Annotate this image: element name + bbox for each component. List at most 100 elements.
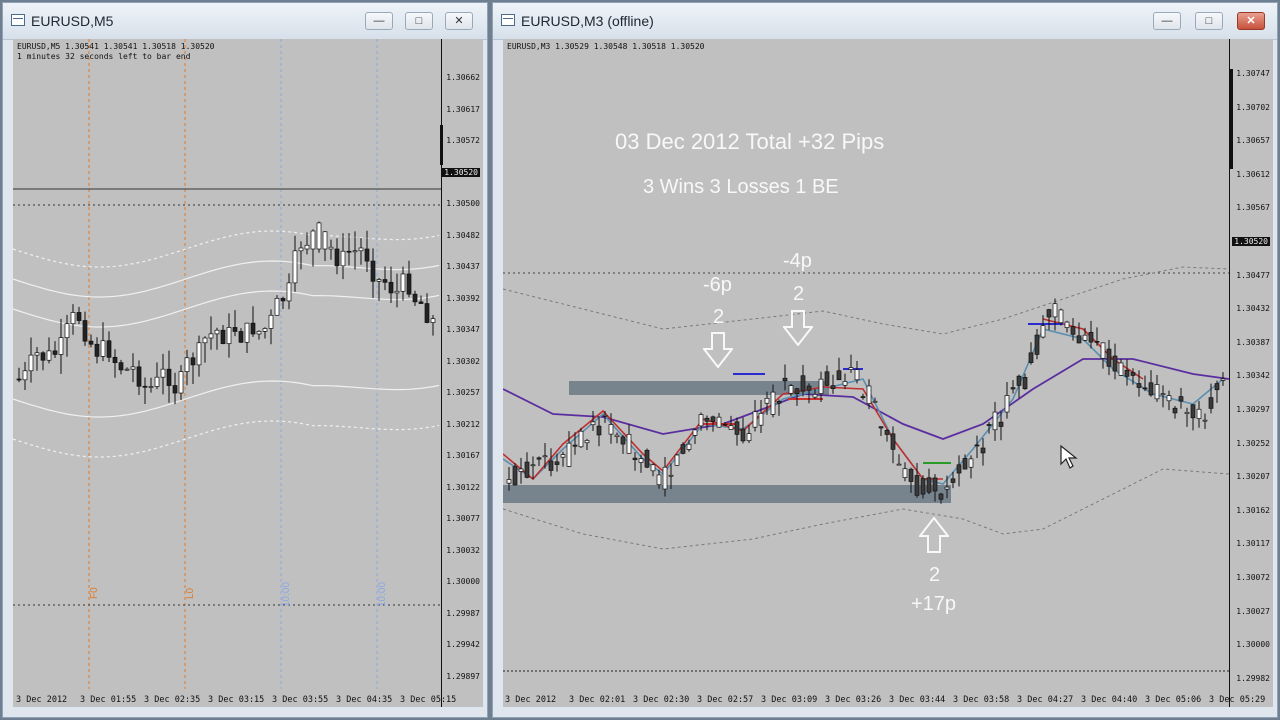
price-tick-label: 1.30477 — [1236, 270, 1270, 280]
price-tick-label: 1.30500 — [446, 199, 480, 208]
price-tick-label: 1.30252 — [1236, 438, 1270, 448]
trade2-count: 2 — [793, 283, 805, 305]
candle-body — [854, 369, 860, 381]
candle-body — [244, 322, 250, 343]
candle-body — [1202, 419, 1208, 422]
candle-body — [704, 417, 710, 422]
candle-body — [728, 425, 734, 430]
candle-body — [920, 478, 926, 495]
candle-body — [1034, 334, 1040, 355]
candle-body — [758, 413, 764, 426]
candle-body — [752, 411, 758, 428]
mouse-pointer-icon — [1060, 444, 1078, 469]
candle-body — [106, 340, 112, 358]
price-tick-label: 1.30000 — [1236, 640, 1270, 650]
left-scroll-indicator[interactable] — [440, 125, 443, 165]
candle-body — [46, 350, 52, 361]
candle-body — [40, 352, 46, 361]
candle-body — [418, 301, 424, 304]
candle-body — [668, 474, 674, 477]
candle-body — [76, 312, 82, 321]
candle-body — [878, 426, 884, 429]
candle-body — [884, 430, 890, 435]
candle-body — [142, 385, 148, 388]
maximize-icon[interactable]: □ — [405, 12, 433, 30]
candle-body — [866, 385, 872, 404]
minimize-icon[interactable]: — — [365, 12, 393, 30]
left-title-bar[interactable]: EURUSD,M5 — □ ✕ — [3, 3, 487, 40]
candle-body — [524, 461, 530, 478]
candle-body — [548, 460, 554, 471]
candle-body — [28, 354, 34, 372]
candle-body — [160, 368, 166, 378]
candle-body — [590, 421, 596, 426]
left-chart-window[interactable]: EURUSD,M5 — □ ✕ EURUSD,M5 1.30541 1.3054… — [2, 2, 488, 718]
candle-body — [608, 424, 614, 435]
candle-body — [1154, 384, 1160, 400]
right-price-chart[interactable]: EURUSD,M3 1.30529 1.30548 1.30518 1.3052… — [503, 39, 1273, 707]
close-icon[interactable]: ✕ — [1237, 12, 1265, 30]
candle-body — [112, 356, 118, 363]
candle-body — [656, 474, 662, 486]
candle-body — [602, 414, 608, 417]
time-tick-label: 3 Dec 05:06 — [1145, 695, 1202, 705]
candle-body — [118, 362, 124, 371]
candle-body — [812, 394, 818, 398]
candle-body — [1046, 309, 1052, 318]
price-tick-label: 1.30032 — [446, 545, 480, 555]
right-chart-window[interactable]: EURUSD,M3 (offline) — □ ✕ EURUSD,M3 1.30… — [492, 2, 1278, 718]
candle-body — [662, 466, 668, 490]
headline-total-pips: 03 Dec 2012 Total +32 Pips — [615, 129, 885, 154]
candle-body — [908, 468, 914, 482]
candle-body — [364, 248, 370, 262]
time-tick-label: 3 Dec 03:55 — [272, 695, 329, 705]
price-tick-label: 1.30077 — [446, 514, 480, 523]
close-icon[interactable]: ✕ — [445, 12, 473, 30]
time-tick-label: 3 Dec 2012 — [16, 695, 68, 705]
right-chart-info: EURUSD,M3 1.30529 1.30548 1.30518 1.3052… — [507, 42, 704, 52]
candle-body — [716, 416, 722, 428]
candle-body — [382, 279, 388, 283]
candle-body — [1172, 407, 1178, 414]
candle-body — [100, 340, 106, 357]
candle-body — [166, 368, 172, 386]
price-tick-label: 1.30572 — [446, 136, 480, 145]
time-tick-label: 3 Dec 03:15 — [208, 695, 265, 705]
left-chart-canvas — [13, 39, 441, 689]
candle-body — [770, 391, 776, 415]
price-tick-label: 1.30072 — [1236, 573, 1270, 582]
time-tick-label: 3 Dec 05:29 — [1209, 695, 1266, 705]
candle-body — [536, 457, 542, 460]
candle-body — [764, 397, 770, 404]
left-price-chart[interactable]: EURUSD,M5 1.30541 1.30541 1.30518 1.3052… — [13, 39, 483, 707]
candle-body — [346, 250, 352, 253]
candle-body — [956, 464, 962, 474]
candle-body — [370, 260, 376, 282]
candle-body — [584, 440, 590, 444]
right-scroll-indicator[interactable] — [1230, 69, 1233, 169]
minimize-icon[interactable]: — — [1153, 12, 1181, 30]
lower-envelope — [503, 468, 1230, 550]
time-tick-label: 3 Dec 04:27 — [1017, 695, 1074, 705]
candle-body — [914, 475, 920, 496]
candle-body — [1118, 362, 1124, 376]
right-title-bar[interactable]: EURUSD,M3 (offline) — □ ✕ — [493, 3, 1277, 40]
price-tick-label: 1.29987 — [446, 608, 480, 618]
price-tick-label: 1.30212 — [446, 419, 480, 429]
candle-body — [638, 458, 644, 463]
candle-body — [424, 303, 430, 323]
candle-body — [512, 466, 518, 486]
price-tick-label: 1.30117 — [1236, 539, 1270, 549]
price-tick-label: 1.30747 — [1236, 69, 1270, 78]
maximize-icon[interactable]: □ — [1195, 12, 1223, 30]
candle-body — [1040, 325, 1046, 338]
candle-body — [274, 298, 280, 316]
price-tick-label: 1.30432 — [1236, 304, 1270, 314]
candle-body — [848, 367, 854, 370]
candle-body — [788, 385, 794, 394]
candle-body — [842, 381, 848, 386]
time-tick-label: 3 Dec 03:26 — [825, 695, 882, 705]
price-tick-label: 1.30122 — [446, 482, 480, 492]
candle-body — [268, 314, 274, 329]
price-tick-label: 1.30297 — [1236, 405, 1270, 414]
